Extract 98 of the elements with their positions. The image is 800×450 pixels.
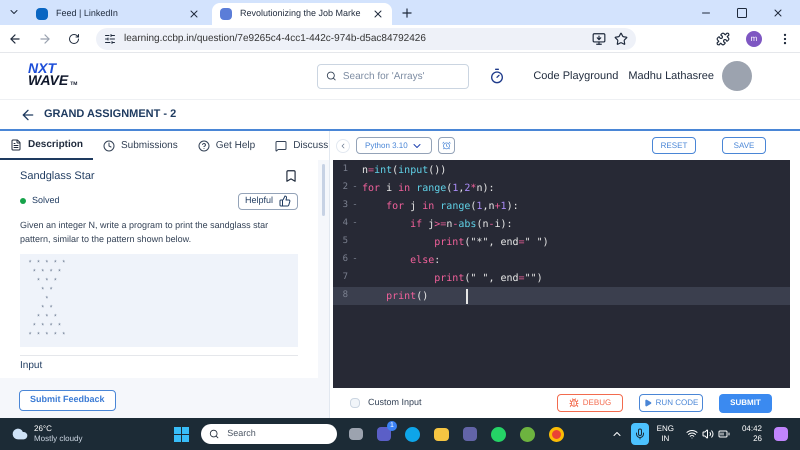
microphone-button[interactable] [630,423,649,445]
battery-icon[interactable] [718,428,730,440]
input-language[interactable]: ENG [656,424,674,434]
line-number: 4 [342,217,348,230]
site-settings-icon[interactable] [104,32,116,44]
status-label: Solved [32,194,60,208]
code-line: else: [409,254,440,268]
profile-avatar[interactable]: m [746,30,762,46]
line-number: 8 [342,289,348,302]
discuss-icon [275,140,288,152]
fold-marker[interactable]: - [352,181,358,195]
problem-title: Sandglass Star [20,169,95,184]
taskbar-search-field[interactable]: Search [201,424,337,444]
input-region[interactable]: IN [661,434,670,444]
line-number: 6 [342,253,348,266]
weather-icon[interactable] [12,426,28,442]
close-icon[interactable] [772,7,784,19]
weather-label: Mostly cloudy [34,434,84,444]
clock-date[interactable]: 26 [753,434,762,444]
site-icon [220,8,232,20]
problem-description: Given an integer N, write a program to print the sandglass star pattern, similar to the pattern shown below. [20,218,270,246]
problem-tab[interactable]: Submissions [93,131,188,160]
browser-app-icon[interactable] [549,426,564,442]
helpful-button[interactable]: Helpful [238,192,298,210]
line-number: 2 [342,181,348,194]
line-number: 3 [342,199,348,212]
help-icon [198,140,210,152]
task-view-icon[interactable] [349,428,363,440]
maximize-icon[interactable] [736,7,748,19]
close-icon[interactable] [188,8,200,20]
code-editor[interactable]: 1 n=int(input()) 2 - for i in range(1,2*n): 3 - for j in range(1,n+1): 4 - if j>=n-abs(n-i): 5 print("*", end=" ") 6 - else: 7 print(" ", end="") 8 print() [333,160,790,388]
code-line: if j>=n-abs(n-i): [409,218,513,232]
problem-tab[interactable]: Get Help [188,131,266,160]
code-line: print(" ", end="") [433,272,543,286]
custom-input-label: Custom Input [368,396,422,410]
code-line: for i in range(1,2*n): [362,182,495,196]
submit-feedback-button[interactable]: Submit Feedback [19,390,116,410]
code-line: n=int(input()) [362,164,446,178]
code-playground-link[interactable]: Code Playground [533,68,618,84]
description-icon [10,138,22,150]
tab-title: Revolutionizing the Job Marke [240,7,362,20]
text-cursor [466,288,468,304]
microphone-icon [634,428,646,440]
reset-button[interactable]: RESET [652,137,696,154]
bug-icon [568,398,579,408]
user-name: Madhu Lathasree [628,68,714,84]
address-field[interactable]: learning.ccbp.in/question/7e9265c4-4cc1-442c-974b-d5ac84792426 [96,28,636,50]
windows-start-icon[interactable] [174,426,189,442]
code-line: for j in range(1,n+1): [385,200,519,214]
run-code-button[interactable]: RUN CODE [639,394,703,412]
folder-icon[interactable] [434,428,449,440]
browser-tab[interactable]: Feed | LinkedIn [28,3,208,25]
play-icon [644,399,652,407]
custom-input-checkbox[interactable] [350,398,360,408]
extensions-icon[interactable] [716,32,730,46]
reload-icon[interactable] [68,32,80,44]
search-field[interactable]: Search for 'Arrays' [317,64,470,88]
problem-tab[interactable]: Discuss [265,131,338,160]
close-icon[interactable] [372,8,384,20]
language-dropdown[interactable]: Python 3.10 [356,137,432,154]
browser-tab[interactable]: Revolutionizing the Job Marke [212,3,392,25]
assignment-title: GRAND ASSIGNMENT - 2 [44,107,176,122]
scrollbar[interactable] [322,164,325,216]
timer-icon[interactable] [438,137,455,154]
fold-marker[interactable]: - [352,217,358,231]
tab-title: Feed | LinkedIn [56,7,119,20]
submissions-icon [103,140,116,152]
app-icon[interactable] [405,426,420,442]
back-icon[interactable] [20,106,36,122]
thumbs-up-icon [279,195,291,207]
app-icon[interactable] [377,427,391,441]
new-tab-icon[interactable] [400,6,414,20]
stopwatch-icon[interactable] [489,68,506,84]
code-line: print("*", end=" ") [433,236,549,250]
forward-icon[interactable] [38,32,52,46]
search-input[interactable]: Search for 'Arrays' [342,68,460,84]
line-number: 1 [342,163,348,176]
clock-time[interactable]: 04:42 [742,424,762,434]
fold-marker[interactable]: - [352,199,358,213]
app-icon[interactable] [520,426,535,442]
line-number: 7 [342,271,348,284]
bookmark-star-icon[interactable] [614,32,628,46]
search-input[interactable]: Search [227,427,329,441]
app-icon[interactable] [774,427,788,441]
line-number: 5 [342,235,348,248]
chat-app-icon[interactable] [491,426,506,442]
section-heading: Input [20,360,44,370]
temperature: 26°C [34,424,53,434]
volume-icon[interactable] [702,428,714,440]
bookmark-icon[interactable] [284,169,298,184]
install-icon[interactable] [592,32,606,46]
search-icon [326,70,337,82]
fold-marker[interactable]: - [352,253,358,267]
search-icon [209,428,220,440]
back-icon[interactable] [8,32,22,46]
code-line: print() [385,290,428,304]
app-icon[interactable] [463,427,477,441]
save-button[interactable]: SAVE [722,137,766,154]
